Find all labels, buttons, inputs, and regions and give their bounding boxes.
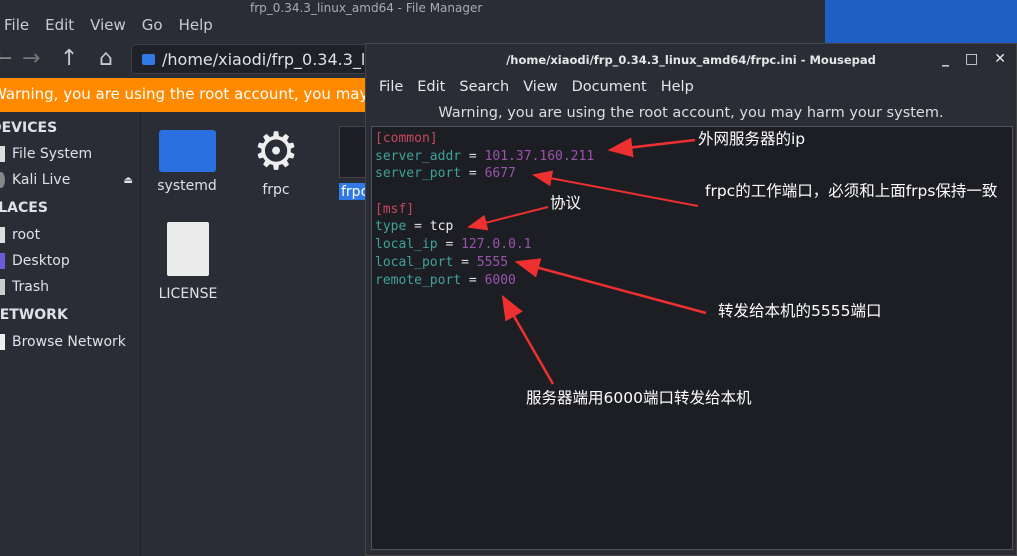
arrow-server-addr (607, 137, 696, 158)
annotation-server-ip: 外网服务器的ip (698, 130, 806, 148)
arrow-remote-port (501, 294, 555, 385)
arrow-local-port (514, 258, 707, 315)
annotation-server-port: frpc的工作端口，必须和上面frps保持一致 (705, 182, 998, 200)
annotation-protocol: 协议 (550, 194, 582, 212)
arrow-type (467, 206, 549, 231)
annotation-local-port: 转发给本机的5555端口 (718, 302, 882, 320)
annotation-remote-port: 服务器端用6000端口转发给本机 (526, 389, 752, 407)
annotation-arrows (467, 137, 707, 385)
